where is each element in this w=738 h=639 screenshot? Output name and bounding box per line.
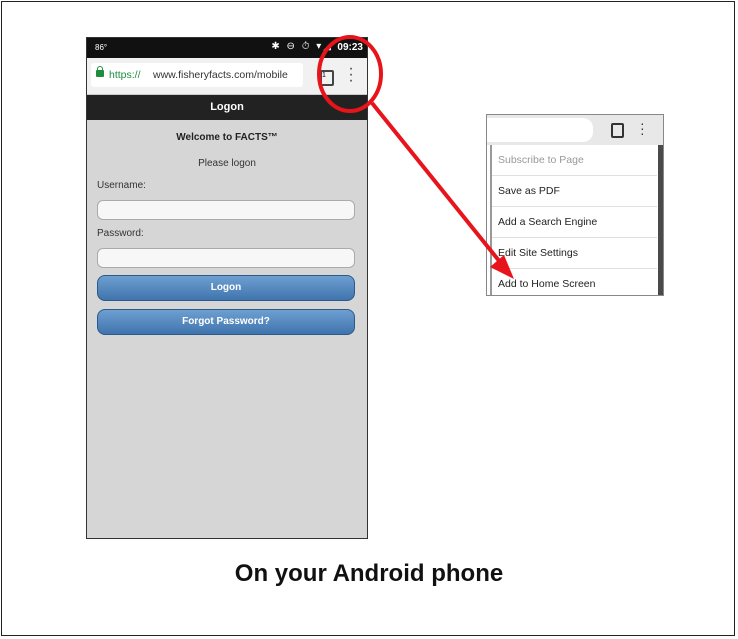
url-host: www.fisheryfacts.com/mobile [153, 69, 288, 81]
menu-item-save-pdf[interactable]: Save as PDF [492, 176, 657, 207]
username-label: Username: [97, 180, 146, 191]
caption: On your Android phone [234, 560, 504, 587]
tab-switcher-icon[interactable]: 1 [320, 70, 334, 86]
status-bar: 86° ✱ ⊖ ⏱ ▾◢ 09:23 [87, 38, 367, 58]
tab-switcher-icon[interactable]: 1 [611, 123, 624, 138]
password-label: Password: [97, 228, 144, 239]
url-scheme: https:// [109, 69, 141, 81]
menu-item-add-search-engine[interactable]: Add a Search Engine [492, 207, 657, 238]
forgot-password-button[interactable]: Forgot Password? [97, 309, 355, 335]
welcome-text: Welcome to FACTS™ [176, 132, 278, 143]
status-time: 09:23 [337, 42, 363, 53]
logon-prompt: Please logon [198, 158, 256, 169]
status-icons: ✱ ⊖ ⏱ ▾◢ [271, 41, 333, 52]
three-dots-vertical-icon[interactable]: · · · [346, 61, 356, 89]
menu-item-subscribe[interactable]: Subscribe to Page [492, 145, 657, 176]
browser-toolbar: https:// www.fisheryfacts.com/mobile 1 ·… [87, 58, 367, 95]
overflow-menu: Subscribe to Page Save as PDF Add a Sear… [490, 145, 657, 295]
menu-shadow [658, 145, 663, 295]
phone-screenshot: 86° ✱ ⊖ ⏱ ▾◢ 09:23 https:// www.fisheryf… [86, 37, 368, 539]
address-bar[interactable]: https:// www.fisheryfacts.com/mobile [91, 63, 303, 87]
temperature-indicator: 86° [95, 43, 108, 52]
lock-icon [96, 66, 104, 77]
menu-toolbar: 1 ··· [487, 115, 663, 145]
page-title: Logon [87, 95, 367, 120]
logon-button[interactable]: Logon [97, 275, 355, 301]
menu-item-add-to-home-screen[interactable]: Add to Home Screen [492, 269, 657, 295]
menu-item-site-settings[interactable]: Edit Site Settings [492, 238, 657, 269]
browser-menu-closeup: 1 ··· Subscribe to Page Save as PDF Add … [486, 114, 664, 296]
login-form: Welcome to FACTS™ Please logon Username:… [87, 120, 367, 538]
username-input[interactable] [97, 200, 355, 220]
password-input[interactable] [97, 248, 355, 268]
three-dots-vertical-icon[interactable]: · · · [640, 116, 645, 140]
address-bar-fragment[interactable] [487, 118, 593, 142]
